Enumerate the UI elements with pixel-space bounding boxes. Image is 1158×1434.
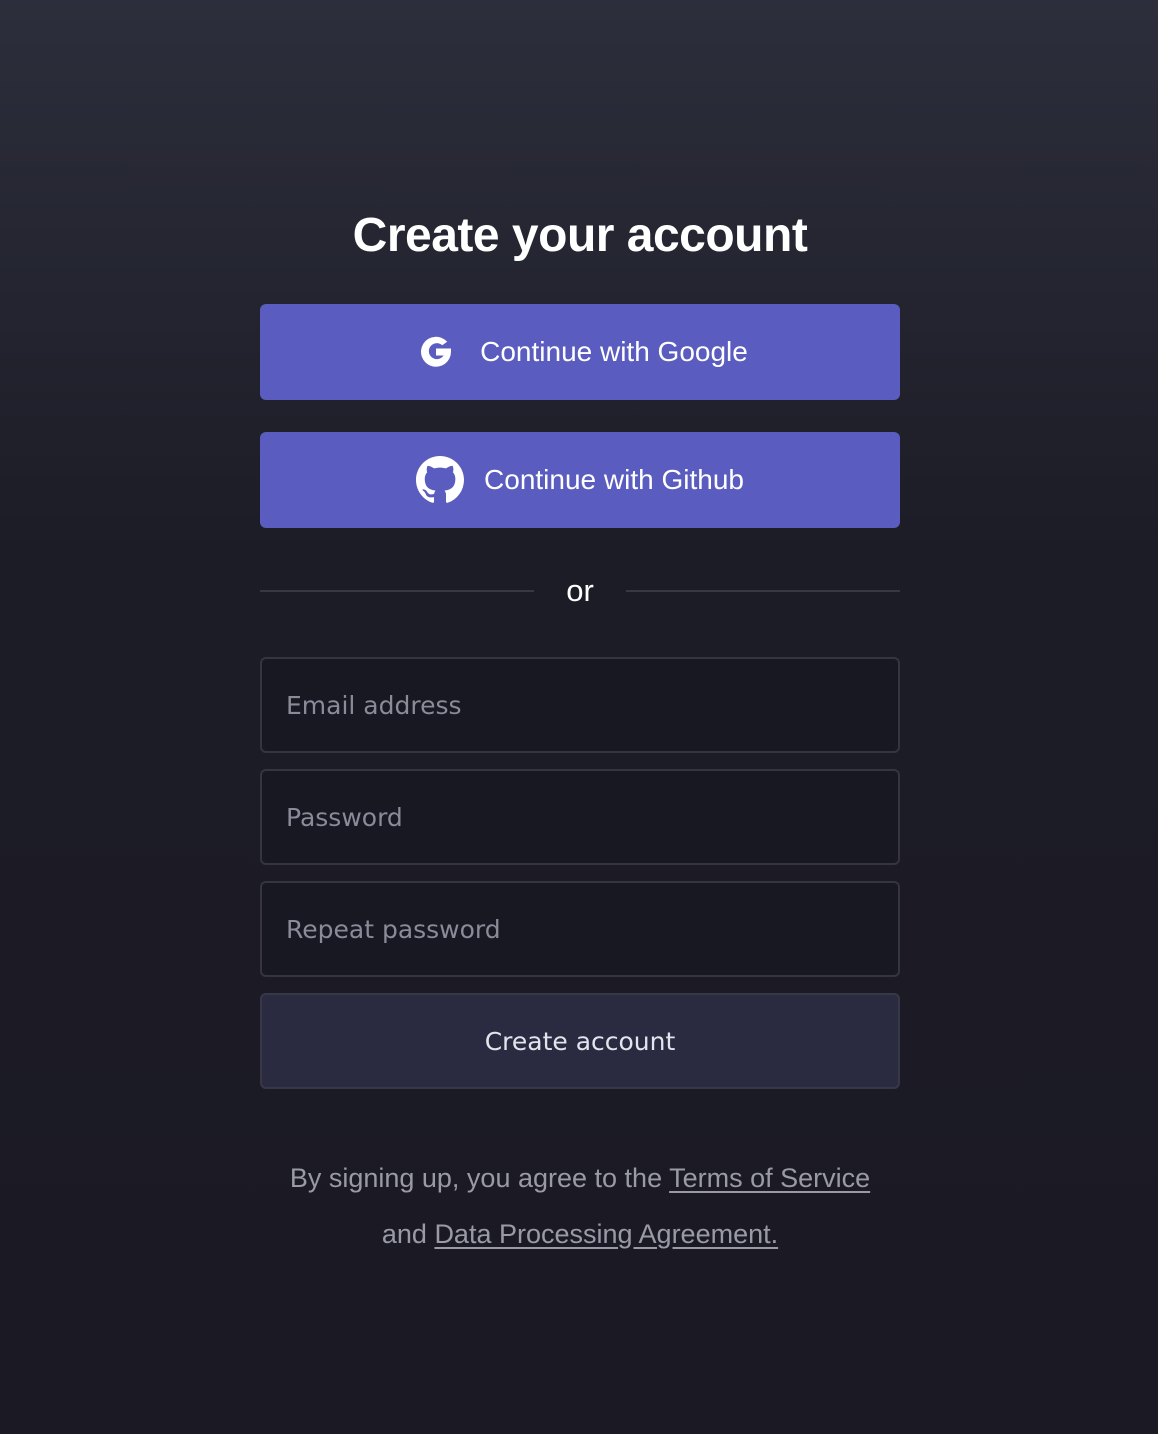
divider-text: or <box>566 573 594 608</box>
email-field[interactable] <box>260 657 900 753</box>
legal-notice: By signing up, you agree to the Terms of… <box>240 1150 920 1262</box>
google-icon <box>412 328 460 376</box>
page-title: Create your account <box>352 209 808 262</box>
create-account-button[interactable]: Create account <box>260 993 900 1089</box>
google-button-label: Continue with Google <box>480 336 748 367</box>
or-divider: or <box>260 568 900 614</box>
terms-of-service-link[interactable]: Terms of Service <box>669 1163 870 1193</box>
repeat-password-field[interactable] <box>260 881 900 977</box>
legal-middle: and <box>381 1219 435 1249</box>
github-button-label: Continue with Github <box>484 464 744 495</box>
divider-line-right <box>626 590 900 592</box>
continue-with-google-button[interactable]: Continue with Google <box>260 304 900 400</box>
continue-with-github-button[interactable]: Continue with Github <box>260 432 900 528</box>
password-field[interactable] <box>260 769 900 865</box>
github-icon <box>416 456 465 504</box>
divider-line-left <box>260 590 534 592</box>
legal-prefix: By signing up, you agree to the <box>289 1163 670 1193</box>
data-processing-agreement-link[interactable]: Data Processing Agreement. <box>434 1219 778 1249</box>
